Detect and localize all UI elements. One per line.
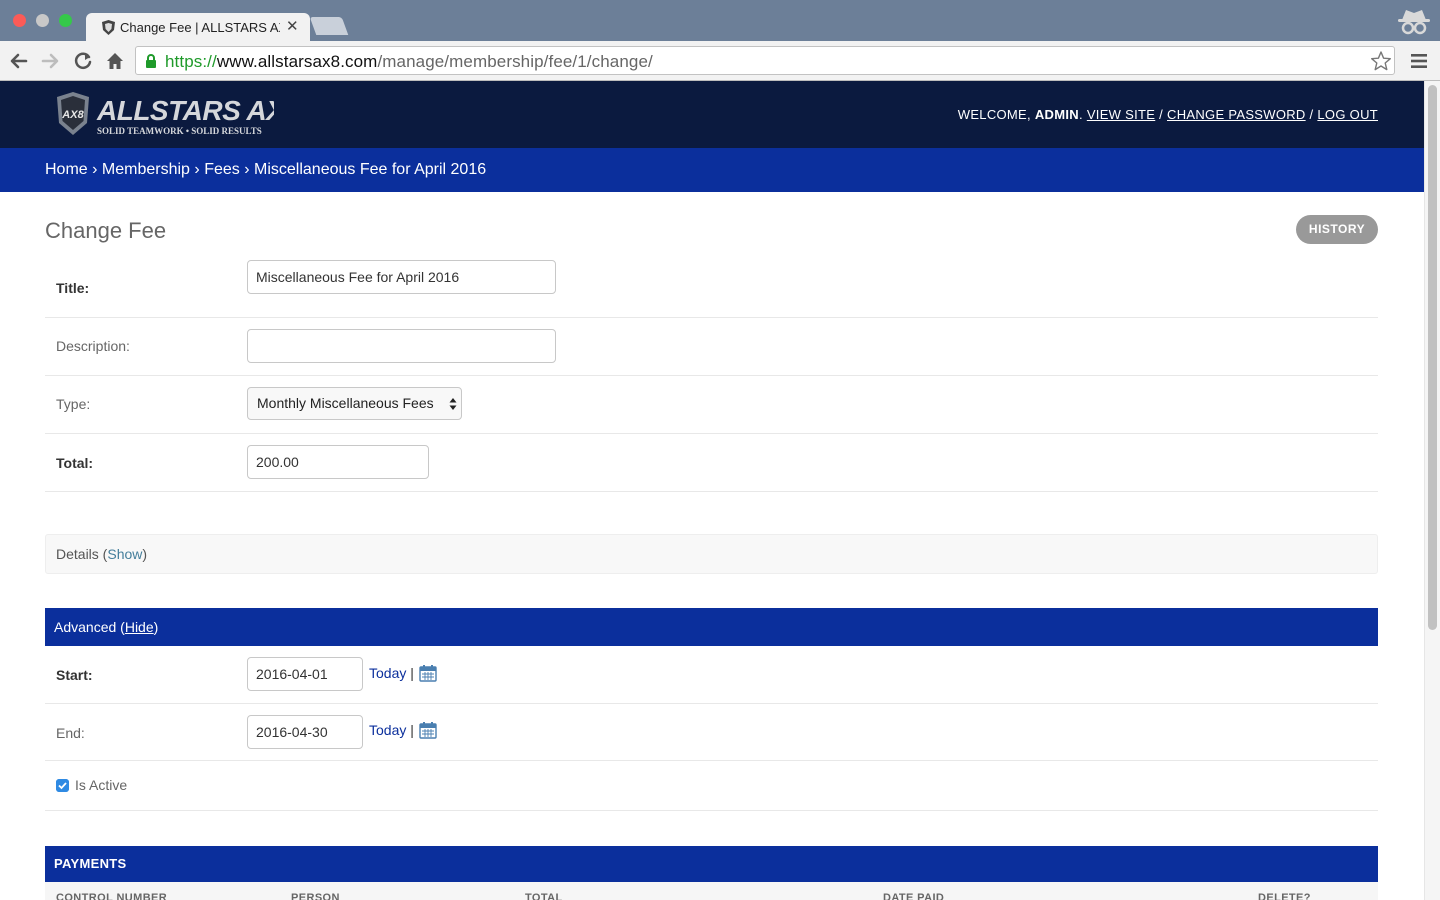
star-icon[interactable]	[1370, 50, 1392, 72]
total-label: Total:	[56, 455, 94, 471]
payments-table-header: CONTROL NUMBER PERSON TOTAL DATE PAID DE…	[45, 882, 1378, 900]
menu-icon[interactable]	[1410, 52, 1428, 70]
window-minimize-button[interactable]	[36, 14, 49, 27]
lock-icon	[146, 54, 156, 68]
svg-text:AX8: AX8	[61, 109, 84, 121]
tab-close-icon[interactable]: ✕	[286, 17, 299, 35]
title-label: Title:	[56, 280, 90, 296]
title-input[interactable]: Miscellaneous Fee for April 2016	[247, 260, 556, 294]
end-today-link[interactable]: Today	[369, 722, 406, 738]
svg-text:SOLID TEAMWORK • SOLID RESULTS: SOLID TEAMWORK • SOLID RESULTS	[97, 126, 262, 136]
back-icon[interactable]	[8, 50, 30, 72]
username: ADMIN	[1034, 107, 1079, 122]
form-row-start: Start: 2016-04-01 Today |	[45, 646, 1378, 704]
forward-icon[interactable]	[39, 50, 61, 72]
select-arrows-icon	[449, 398, 457, 410]
description-input[interactable]	[247, 329, 556, 363]
tab-title: Change Fee | ALLSTARS AX8	[120, 20, 280, 35]
scrollbar-thumb[interactable]	[1428, 85, 1437, 630]
incognito-icon	[1398, 10, 1430, 35]
reload-icon[interactable]	[72, 50, 94, 72]
description-label: Description:	[56, 338, 130, 354]
form-row-title: Title: Miscellaneous Fee for April 2016	[45, 260, 1378, 318]
home-icon[interactable]	[104, 50, 126, 72]
user-tools: WELCOME, ADMIN. VIEW SITE / CHANGE PASSW…	[957, 107, 1378, 122]
page-scrollbar[interactable]	[1424, 81, 1440, 900]
window-maximize-button[interactable]	[59, 14, 72, 27]
site-header: AX8 ALLSTARS AX8 SOLID TEAMWORK • SOLID …	[0, 81, 1424, 148]
type-select-value: Monthly Miscellaneous Fees	[257, 395, 434, 411]
browser-tab-bar: Change Fee | ALLSTARS AX8 ✕	[0, 0, 1440, 41]
breadcrumb-membership-link[interactable]: Membership	[102, 161, 190, 178]
end-label: End:	[56, 725, 85, 741]
start-date-input[interactable]: 2016-04-01	[247, 657, 363, 691]
new-tab-button[interactable]	[309, 17, 349, 35]
browser-tab-active[interactable]: Change Fee | ALLSTARS AX8 ✕	[86, 13, 310, 41]
breadcrumb-fees-link[interactable]: Fees	[204, 161, 240, 178]
shield-favicon-icon	[102, 20, 115, 35]
welcome-text: WELCOME,	[957, 107, 1031, 122]
history-button[interactable]: History	[1296, 215, 1378, 244]
details-show-link[interactable]: Show	[107, 546, 142, 562]
url-text: https://www.allstarsax8.com/manage/membe…	[165, 52, 653, 71]
type-select[interactable]: Monthly Miscellaneous Fees	[247, 387, 462, 420]
details-fieldset: Details (Show)	[45, 534, 1378, 574]
window-close-button[interactable]	[13, 14, 26, 27]
column-header-person[interactable]: PERSON	[291, 892, 340, 900]
browser-toolbar: https://www.allstarsax8.com/manage/membe…	[0, 41, 1440, 81]
column-header-delete[interactable]: DELETE?	[1258, 892, 1311, 900]
advanced-fieldset-header: Advanced (Hide)	[45, 608, 1378, 646]
column-header-date-paid[interactable]: DATE PAID	[883, 892, 944, 900]
form-row-total: Total: 200.00	[45, 434, 1378, 492]
page-title: Change Fee	[45, 218, 167, 243]
advanced-hide-link[interactable]: Hide	[125, 619, 154, 635]
start-today-link[interactable]: Today	[369, 665, 406, 681]
view-site-link[interactable]: VIEW SITE	[1087, 107, 1155, 122]
form-row-end: End: 2016-04-30 Today |	[45, 704, 1378, 761]
form-row-is-active: Is Active	[45, 761, 1378, 811]
calendar-icon[interactable]	[419, 721, 437, 739]
address-bar[interactable]: https://www.allstarsax8.com/manage/membe…	[135, 46, 1395, 75]
start-today-group: Today |	[369, 665, 414, 681]
allstars-logo[interactable]: AX8 ALLSTARS AX8 SOLID TEAMWORK • SOLID …	[54, 91, 274, 139]
payments-header: PAYMENTS	[45, 846, 1378, 882]
svg-text:ALLSTARS AX8: ALLSTARS AX8	[96, 95, 274, 126]
type-label: Type:	[56, 396, 91, 412]
end-date-input[interactable]: 2016-04-30	[247, 715, 363, 749]
is-active-label: Is Active	[75, 777, 128, 793]
log-out-link[interactable]: LOG OUT	[1317, 107, 1378, 122]
calendar-icon[interactable]	[419, 664, 437, 682]
breadcrumb-home-link[interactable]: Home	[45, 161, 88, 178]
total-input[interactable]: 200.00	[247, 445, 429, 479]
change-password-link[interactable]: CHANGE PASSWORD	[1167, 107, 1306, 122]
breadcrumb-current: Miscellaneous Fee for April 2016	[254, 161, 487, 178]
is-active-checkbox[interactable]	[56, 779, 69, 792]
column-header-total[interactable]: TOTAL	[525, 892, 563, 900]
form-row-type: Type: Monthly Miscellaneous Fees	[45, 376, 1378, 434]
page-viewport: AX8 ALLSTARS AX8 SOLID TEAMWORK • SOLID …	[0, 81, 1424, 900]
start-label: Start:	[56, 667, 93, 683]
form-row-description: Description:	[45, 318, 1378, 376]
end-today-group: Today |	[369, 722, 414, 738]
column-header-control-number[interactable]: CONTROL NUMBER	[56, 892, 167, 900]
breadcrumb: Home › Membership › Fees › Miscellaneous…	[0, 148, 1424, 192]
